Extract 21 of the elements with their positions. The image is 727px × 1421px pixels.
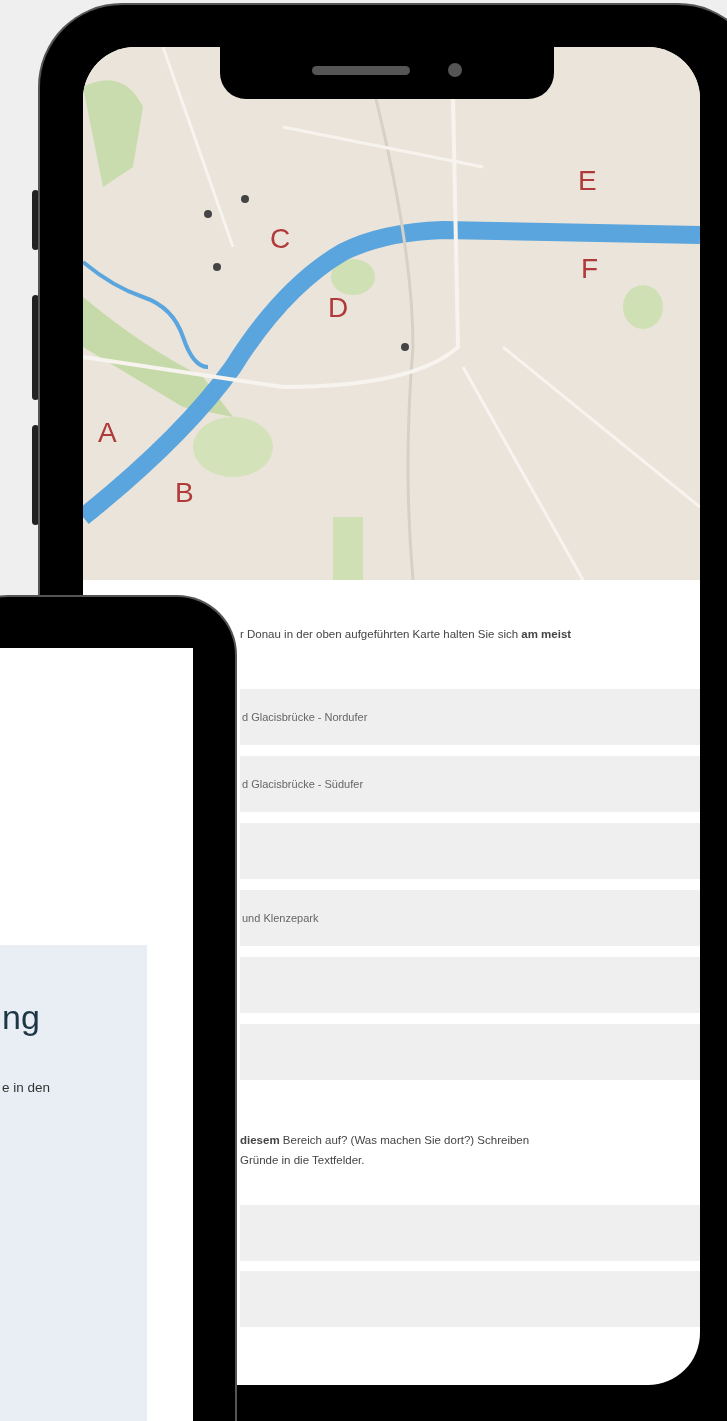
answer-option[interactable] (240, 957, 700, 1014)
speaker-icon (312, 65, 410, 75)
answer-option[interactable]: d Glacisbrücke - Nordufer (240, 689, 700, 746)
answer-option[interactable]: d Glacisbrücke - Südufer (240, 756, 700, 813)
map-label: C (270, 225, 291, 253)
panel-text: e in den (2, 1078, 52, 1097)
camera-icon (448, 63, 462, 77)
question-text: diesem Bereich auf? (Was machen Sie dort?) Schreiben (240, 1133, 531, 1149)
map-label: E (578, 167, 597, 195)
map-label: F (581, 255, 599, 283)
map-label: B (175, 479, 194, 507)
answer-option[interactable] (240, 823, 700, 880)
map-label: D (328, 294, 349, 322)
answer-option[interactable]: und Klenzepark (240, 890, 700, 947)
answer-option[interactable] (240, 1024, 700, 1081)
text-field[interactable] (240, 1271, 700, 1328)
map-label: A (98, 419, 117, 447)
question-text: Gründe in die Textfelder. (240, 1153, 366, 1169)
question-text: r Donau in der oben aufgeführten Karte halten Sie sich am meist (240, 627, 573, 642)
panel-heading: ng (2, 997, 41, 1038)
text-field[interactable] (240, 1205, 700, 1262)
